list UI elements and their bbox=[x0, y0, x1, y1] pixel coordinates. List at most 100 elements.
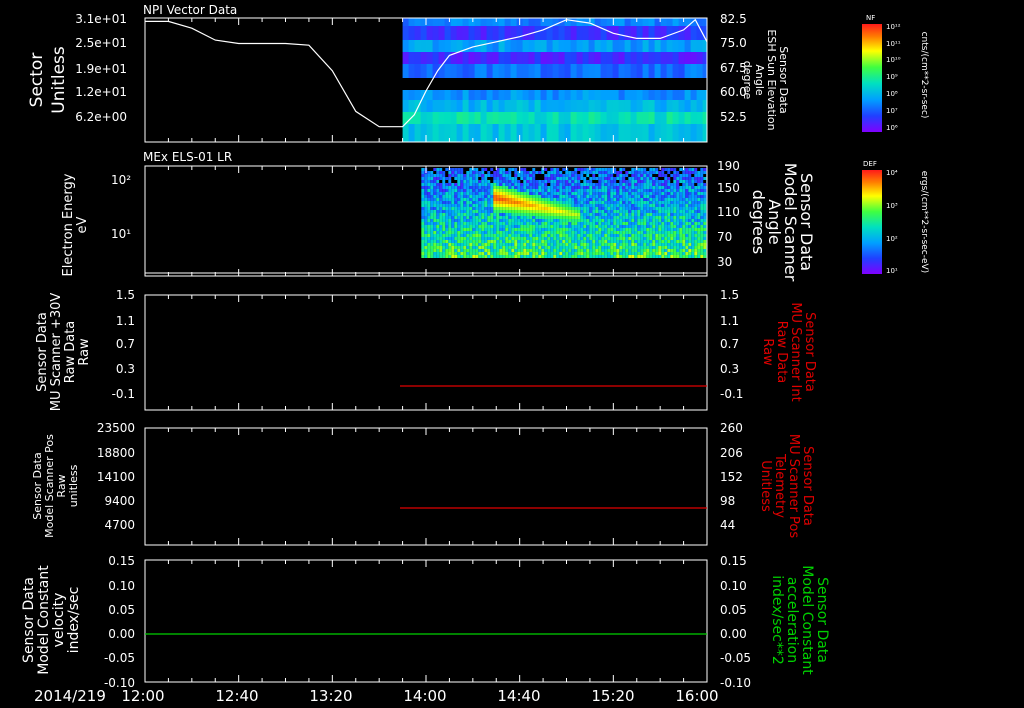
els-spectrogram-cell bbox=[640, 207, 644, 210]
els-spectrogram-cell bbox=[463, 243, 467, 246]
els-spectrogram-cell bbox=[595, 195, 599, 198]
els-spectrogram-cell bbox=[514, 261, 518, 264]
npi-heatmap-cell bbox=[474, 124, 482, 142]
els-spectrogram-cell bbox=[628, 210, 632, 213]
els-spectrogram-cell bbox=[643, 231, 647, 234]
els-spectrogram-cell bbox=[451, 243, 455, 246]
els-spectrogram-cell bbox=[463, 261, 467, 264]
els-spectrogram-cell bbox=[460, 204, 464, 207]
npi-colorbar-tick: 10¹⁰ bbox=[886, 56, 901, 64]
els-spectrogram-cell bbox=[634, 213, 638, 216]
els-spectrogram-cell bbox=[484, 192, 488, 195]
npi-heatmap-cell bbox=[624, 100, 632, 112]
els-spectrogram-cell bbox=[619, 234, 623, 237]
els-spectrogram-cell bbox=[571, 174, 575, 177]
els-spectrogram-cell bbox=[472, 228, 476, 231]
els-spectrogram-cell bbox=[619, 249, 623, 252]
els-spectrogram-cell bbox=[574, 177, 578, 180]
els-spectrogram-cell bbox=[598, 183, 602, 186]
els-spectrogram-cell bbox=[655, 228, 659, 231]
els-spectrogram-cell bbox=[601, 177, 605, 180]
els-spectrogram-cell bbox=[442, 186, 446, 189]
els-spectrogram-cell bbox=[637, 222, 641, 225]
els-spectrogram-cell bbox=[514, 201, 518, 204]
els-spectrogram-cell bbox=[505, 216, 509, 219]
svg-text:Raw: Raw bbox=[760, 338, 775, 366]
npi-heatmap-cell bbox=[402, 18, 410, 26]
els-spectrogram-cell bbox=[664, 231, 668, 234]
els-spectrogram-cell bbox=[616, 252, 620, 255]
els-spectrogram-cell bbox=[544, 237, 548, 240]
els-spectrogram-cell bbox=[469, 189, 473, 192]
els-spectrogram-cell bbox=[595, 213, 599, 216]
els-spectrogram-cell bbox=[703, 171, 707, 174]
els-spectrogram-cell bbox=[508, 183, 512, 186]
els-spectrogram-cell bbox=[631, 234, 635, 237]
els-spectrogram-cell bbox=[442, 192, 446, 195]
npi-heatmap-cell bbox=[468, 90, 476, 100]
els-spectrogram-cell bbox=[598, 213, 602, 216]
els-spectrogram-cell bbox=[664, 183, 668, 186]
els-spectrogram-cell bbox=[697, 204, 701, 207]
els-spectrogram-cell bbox=[457, 228, 461, 231]
npi-heatmap-cell bbox=[504, 52, 512, 64]
npi-heatmap-cell bbox=[654, 78, 662, 90]
els-spectrogram-cell bbox=[679, 216, 683, 219]
npi-heatmap-cell bbox=[456, 26, 464, 40]
npi-heatmap-cell bbox=[456, 52, 464, 64]
npi-heatmap-cell bbox=[660, 112, 668, 124]
els-spectrogram-cell bbox=[685, 174, 689, 177]
els-spectrogram-cell bbox=[655, 231, 659, 234]
npi-heatmap-cell bbox=[564, 40, 572, 52]
els-spectrogram-cell bbox=[670, 240, 674, 243]
npi-heatmap-cell bbox=[624, 18, 632, 26]
els-spectrogram-cell bbox=[520, 252, 524, 255]
els-spectrogram-cell bbox=[529, 192, 533, 195]
svg-text:Unitless: Unitless bbox=[758, 460, 773, 512]
els-spectrogram-cell bbox=[430, 216, 434, 219]
els-spectrogram-cell bbox=[658, 252, 662, 255]
npi-heatmap-cell bbox=[498, 64, 506, 78]
npi-heatmap-cell bbox=[516, 26, 524, 40]
npi-heatmap-cell bbox=[636, 78, 644, 90]
els-spectrogram-cell bbox=[472, 171, 476, 174]
els-spectrogram-cell bbox=[613, 177, 617, 180]
els-spectrogram-cell bbox=[457, 234, 461, 237]
els-spectrogram-cell bbox=[520, 231, 524, 234]
els-spectrogram-cell bbox=[700, 192, 704, 195]
els-spectrogram-cell bbox=[523, 240, 527, 243]
els-spectrogram-cell bbox=[577, 201, 581, 204]
npi-heatmap-cell bbox=[612, 78, 620, 90]
els-spectrogram-cell bbox=[628, 207, 632, 210]
els-spectrogram-cell bbox=[457, 198, 461, 201]
els-spectrogram-cell bbox=[682, 180, 686, 183]
els-spectrogram-cell bbox=[454, 231, 458, 234]
els-spectrogram-cell bbox=[610, 180, 614, 183]
npi-heatmap-cell bbox=[522, 100, 530, 112]
els-spectrogram-cell bbox=[502, 192, 506, 195]
els-spectrogram-cell bbox=[700, 240, 704, 243]
els-spectrogram-cell bbox=[493, 267, 497, 270]
els-spectrogram-cell bbox=[484, 222, 488, 225]
els-spectrogram-cell bbox=[511, 243, 515, 246]
els-spectrogram-cell bbox=[475, 243, 479, 246]
els-spectrogram-cell bbox=[472, 210, 476, 213]
els-spectrogram-cell bbox=[568, 192, 572, 195]
els-spectrogram-cell bbox=[547, 216, 551, 219]
els-spectrogram-cell bbox=[604, 240, 608, 243]
mu-pos-left-tick-label: 23500 bbox=[97, 421, 135, 435]
els-spectrogram-cell bbox=[676, 216, 680, 219]
els-spectrogram-cell bbox=[538, 207, 542, 210]
els-spectrogram-cell bbox=[490, 249, 494, 252]
npi-heatmap-cell bbox=[570, 112, 578, 124]
npi-heatmap-cell bbox=[684, 112, 692, 124]
els-spectrogram-cell bbox=[586, 234, 590, 237]
npi-heatmap-cell bbox=[516, 40, 524, 52]
els-spectrogram-cell bbox=[490, 240, 494, 243]
els-spectrogram-cell bbox=[646, 258, 650, 261]
els-spectrogram-cell bbox=[472, 243, 476, 246]
npi-heatmap-cell bbox=[468, 26, 476, 40]
els-spectrogram-cell bbox=[574, 174, 578, 177]
mu-int-left-tick-label: 1.5 bbox=[116, 288, 135, 302]
els-spectrogram-cell bbox=[658, 189, 662, 192]
